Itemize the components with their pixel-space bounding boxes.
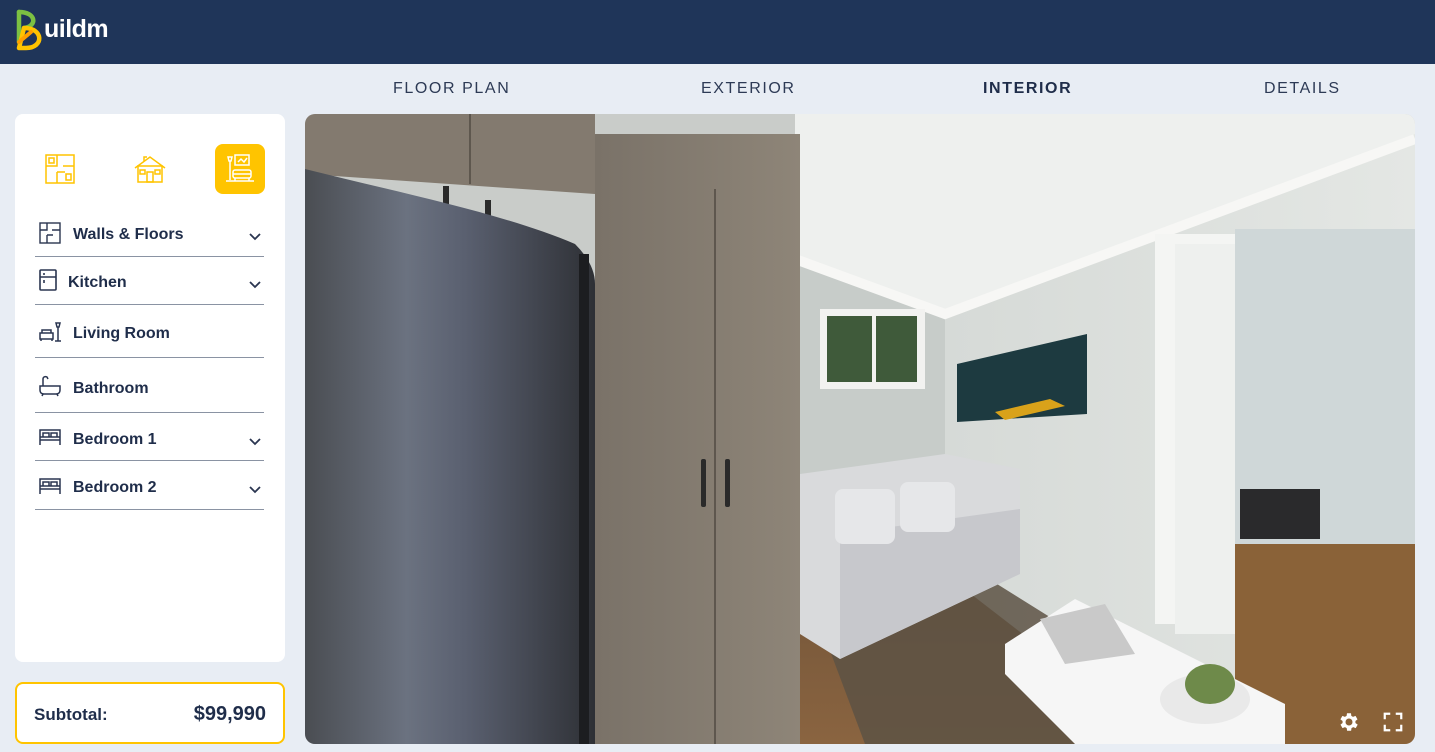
category-label: Bathroom xyxy=(73,380,149,397)
category-bathroom[interactable]: Bathroom xyxy=(35,358,264,413)
category-kitchen[interactable]: Kitchen xyxy=(35,257,264,305)
kitchen-icon xyxy=(39,269,57,291)
exterior-mode-button[interactable] xyxy=(125,144,175,194)
chevron-down-icon[interactable] xyxy=(248,482,262,496)
category-label: Bedroom 2 xyxy=(73,479,157,496)
house-exterior-icon xyxy=(134,156,166,183)
category-bedroom-1[interactable]: Bedroom 1 xyxy=(35,413,264,461)
tab-floor-plan[interactable]: FLOOR PLAN xyxy=(393,80,510,98)
living-room-icon xyxy=(39,322,61,342)
chevron-down-icon[interactable] xyxy=(248,229,262,243)
category-label: Kitchen xyxy=(68,274,127,291)
subtotal-value: $99,990 xyxy=(193,703,266,725)
fullscreen-icon xyxy=(1383,712,1403,732)
interior-room-icon xyxy=(226,154,254,182)
main-tabs: FLOOR PLAN EXTERIOR INTERIOR DETAILS xyxy=(305,64,1415,114)
floor-plan-mode-button[interactable] xyxy=(35,144,85,194)
interior-render xyxy=(305,114,1415,744)
options-sidebar: Walls & Floors Kitchen Living Room Bathr… xyxy=(15,114,285,662)
category-label: Bedroom 1 xyxy=(73,431,157,448)
chevron-down-icon[interactable] xyxy=(248,434,262,448)
subtotal-box: Subtotal: $99,990 xyxy=(15,682,285,744)
floor-plan-icon xyxy=(45,154,75,184)
subtotal-label: Subtotal: xyxy=(34,705,108,724)
chevron-down-icon[interactable] xyxy=(248,277,262,291)
category-walls-floors[interactable]: Walls & Floors xyxy=(35,218,264,257)
tab-exterior[interactable]: EXTERIOR xyxy=(701,80,796,98)
logo-text: uildm xyxy=(44,14,109,43)
walls-floors-icon xyxy=(39,222,61,244)
buildm-logo-mark xyxy=(16,9,42,51)
interior-mode-button[interactable] xyxy=(215,144,265,194)
bed-icon xyxy=(39,429,61,445)
category-label: Living Room xyxy=(73,325,170,342)
category-living-room[interactable]: Living Room xyxy=(35,305,264,358)
fullscreen-button[interactable] xyxy=(1380,709,1406,735)
buildm-logo[interactable]: uildm xyxy=(14,8,109,52)
category-bedroom-2[interactable]: Bedroom 2 xyxy=(35,461,264,510)
tab-interior[interactable]: INTERIOR xyxy=(983,80,1072,98)
interior-3d-viewer[interactable] xyxy=(305,114,1415,744)
bathtub-icon xyxy=(39,375,61,397)
settings-button[interactable] xyxy=(1336,709,1362,735)
tab-details[interactable]: DETAILS xyxy=(1264,80,1341,98)
gear-icon xyxy=(1340,713,1358,731)
bed-icon xyxy=(39,478,61,494)
category-label: Walls & Floors xyxy=(73,226,184,243)
top-bar: uildm xyxy=(0,0,1435,64)
